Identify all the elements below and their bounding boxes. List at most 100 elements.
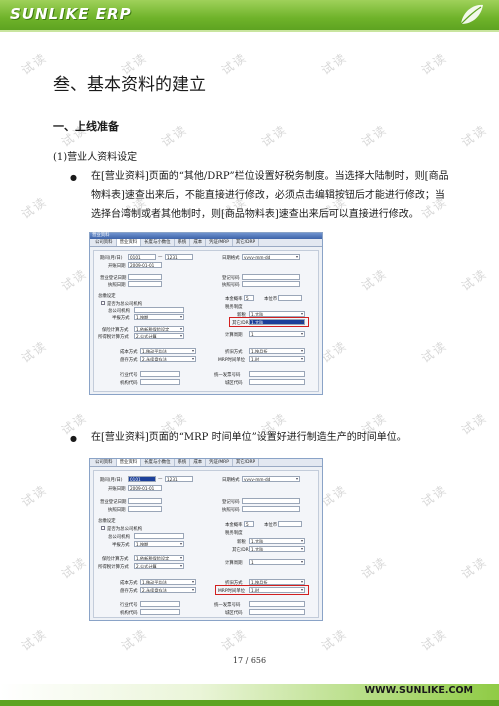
industry-code-label: 行业代号 <box>120 603 138 608</box>
cost-method-select[interactable]: 1.移动平均法 <box>140 348 196 354</box>
highlight-box <box>215 585 309 595</box>
tax-system-group-label: 税务制度 <box>225 531 243 536</box>
base-currency-field[interactable] <box>278 295 302 301</box>
bullet-text: 在[营业资料]页面的“其他/DRP”栏位设置好税务制度。当选择大陆制时，则[商品… <box>91 171 449 220</box>
calc-period-label: 计算周期 <box>225 561 243 566</box>
footer-url: WWW.SUNLIKE.COM <box>364 685 473 696</box>
tab-drp[interactable]: 其它/DRP <box>233 459 260 466</box>
industry-code-field[interactable] <box>140 371 180 377</box>
tab-bar: 公司资料 营业资料 长度与小数位 系统 成本 凭证/MRP 其它/DRP <box>90 239 322 247</box>
currency-rate-label: 本金概率 <box>225 523 243 528</box>
start-date-field[interactable]: 2009-01-01 <box>128 485 162 491</box>
half-year-label: 半报方式 <box>112 316 130 321</box>
reg-no-field[interactable] <box>242 274 300 280</box>
leaf-icon <box>460 4 483 25</box>
depreciation-select[interactable]: 1.按月折 <box>249 348 305 354</box>
tax-system-group-label: 税务制度 <box>225 305 243 310</box>
watermark-text: 试读 <box>58 266 90 294</box>
tab-system[interactable]: 系统 <box>175 239 191 246</box>
calc-period-select[interactable]: 1 <box>249 559 305 565</box>
exec-date-label: 执照日期 <box>108 283 126 288</box>
hq-code-field[interactable] <box>134 307 184 313</box>
reg-no-label: 登记号码 <box>222 500 240 505</box>
inventory-method-select[interactable]: 2.永续盘存法 <box>140 356 196 362</box>
watermark-text: 试读 <box>458 554 490 582</box>
currency-rate-field[interactable]: 5 <box>244 521 254 527</box>
dash-label: — <box>158 477 163 482</box>
tab-business[interactable]: 营业资料 <box>116 239 142 246</box>
exec-no-field[interactable] <box>242 281 300 287</box>
base-currency-field[interactable] <box>278 521 302 527</box>
reg-date-field[interactable] <box>128 274 162 280</box>
half-year-label: 半报方式 <box>112 543 130 548</box>
date-format-select[interactable]: yyyy-mm-dd <box>242 254 300 260</box>
industry-code-label: 行业代号 <box>120 373 138 378</box>
half-year-select[interactable]: 1.按期 <box>134 314 184 320</box>
exec-date-field[interactable] <box>128 281 162 287</box>
invoice-no-field[interactable] <box>249 371 305 377</box>
other-drp-select[interactable]: 1.大陆 <box>249 546 305 552</box>
tab-length[interactable]: 长度与小数位 <box>141 239 175 246</box>
org-code-field[interactable] <box>140 379 180 385</box>
calc-period-select[interactable]: 1 <box>249 331 305 337</box>
period-label: 期间(月/日) <box>100 256 123 261</box>
tab-cost[interactable]: 成本 <box>190 459 207 466</box>
date-format-select[interactable]: yyyy-mm-dd <box>242 476 300 482</box>
org-code-field[interactable] <box>140 609 180 615</box>
sunlike-logo: SUNLIKE ERP <box>10 5 132 23</box>
insure-select[interactable]: 1.依新税保险设定 <box>134 326 184 332</box>
period-from-field[interactable]: 0101 <box>128 476 156 482</box>
watermark-text: 试读 <box>458 266 490 294</box>
mrp-unit-select[interactable]: 1.时 <box>249 356 305 362</box>
org-code-label: 机构代码 <box>120 611 138 616</box>
bullet-dot: ● <box>70 434 77 443</box>
reg-date-field[interactable] <box>128 498 162 504</box>
tab-cost[interactable]: 成本 <box>190 239 207 246</box>
currency-rate-field[interactable]: 5 <box>244 295 254 301</box>
watermark-text: 试读 <box>418 482 450 510</box>
period-to-field[interactable]: 1231 <box>165 254 193 260</box>
depreciation-label: 折旧方式 <box>225 350 243 355</box>
branch-group-label: 总缴设定 <box>98 294 116 299</box>
watermark-text: 试读 <box>18 338 50 366</box>
tab-length[interactable]: 长度与小数位 <box>141 459 175 466</box>
cost-method-select[interactable]: 1.移动平均法 <box>140 579 196 585</box>
bullet-text: 在[营业资料]页面的“MRP 时间单位”设置好进行制造生产的时间单位。 <box>91 432 407 443</box>
tab-business[interactable]: 营业资料 <box>116 459 142 466</box>
income-tax-select[interactable]: 2.公式计算 <box>134 563 184 569</box>
income-tax-select[interactable]: 2.公式计算 <box>134 333 184 339</box>
watermark-text: 试读 <box>458 122 490 150</box>
inventory-method-select[interactable]: 2.永续盘存法 <box>140 587 196 593</box>
insure-select[interactable]: 1.依新税保险设定 <box>134 555 184 561</box>
period-to-field[interactable]: 1231 <box>165 476 193 482</box>
period-from-field[interactable]: 0101 <box>128 254 156 260</box>
tab-mrp[interactable]: 凭证/MRP <box>206 239 233 246</box>
hq-checkbox[interactable] <box>101 526 105 530</box>
tab-drp[interactable]: 其它/DRP <box>233 239 260 246</box>
hq-checkbox[interactable] <box>101 301 105 305</box>
watermark-text: 试读 <box>358 266 390 294</box>
reg-no-field[interactable] <box>242 498 300 504</box>
start-date-field[interactable]: 2009-01-01 <box>128 262 162 268</box>
watermark-text: 试读 <box>258 122 290 150</box>
industry-code-field[interactable] <box>140 601 180 607</box>
hq-checkbox-label: 是否为总公司机构 <box>107 527 143 532</box>
tax-system-select[interactable]: 1.大陆 <box>249 538 305 544</box>
area-code-field[interactable] <box>249 609 305 615</box>
watermark-text: 试读 <box>58 554 90 582</box>
tab-company[interactable]: 公司资料 <box>92 239 117 246</box>
page-number: 17 / 656 <box>232 656 267 665</box>
area-code-field[interactable] <box>249 379 305 385</box>
watermark-text: 试读 <box>358 122 390 150</box>
tab-bar: 公司资料 营业资料 长度与小数位 系统 成本 凭证/MRP 其它/DRP <box>90 459 322 467</box>
inventory-method-label: 盘存方式 <box>120 589 138 594</box>
tab-mrp[interactable]: 凭证/MRP <box>206 459 233 466</box>
exec-date-field[interactable] <box>128 506 162 512</box>
exec-no-label: 执照号码 <box>222 508 240 513</box>
half-year-select[interactable]: 1.按期 <box>134 541 184 547</box>
tab-company[interactable]: 公司资料 <box>92 459 117 466</box>
invoice-no-field[interactable] <box>249 601 305 607</box>
exec-no-field[interactable] <box>242 506 300 512</box>
hq-code-field[interactable] <box>134 533 184 539</box>
tab-system[interactable]: 系统 <box>175 459 191 466</box>
